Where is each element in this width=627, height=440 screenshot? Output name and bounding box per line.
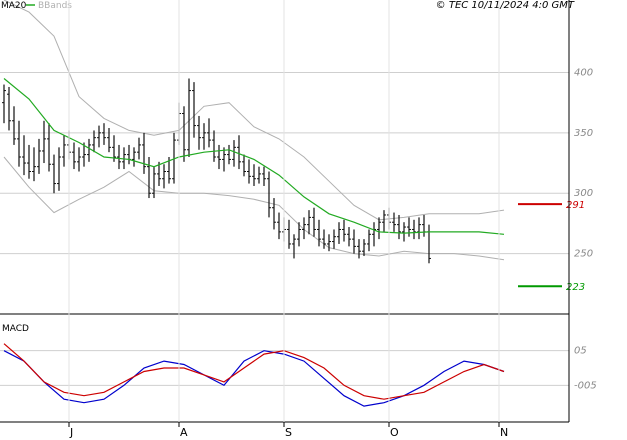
price-bar xyxy=(47,123,51,172)
price-bar xyxy=(392,212,396,232)
price-bar xyxy=(92,130,96,153)
signal-line xyxy=(3,343,505,400)
price-bar xyxy=(352,229,356,254)
price-bars xyxy=(2,78,431,264)
price-bar xyxy=(42,120,46,164)
price-bar xyxy=(137,137,141,160)
price-bar xyxy=(267,171,271,218)
price-bar xyxy=(332,229,336,249)
macd-line xyxy=(3,350,505,407)
price-bar xyxy=(192,82,196,138)
price-bar xyxy=(117,144,121,170)
price-bar xyxy=(217,144,221,170)
price-levels: 291223 xyxy=(518,200,585,293)
price-bar xyxy=(342,219,346,242)
price-bar xyxy=(292,234,296,259)
price-bar xyxy=(427,224,431,264)
price-bar xyxy=(187,78,191,157)
price-bar xyxy=(327,234,331,252)
price-bar xyxy=(12,106,16,145)
price-bar xyxy=(257,166,261,184)
price-bar xyxy=(317,219,321,247)
price-bar xyxy=(62,135,66,167)
price-bar xyxy=(367,229,371,252)
price-bar xyxy=(407,217,411,237)
x-tick-label: J xyxy=(69,426,73,439)
price-bar xyxy=(357,239,361,259)
price-bar xyxy=(417,217,421,240)
price-bar xyxy=(262,166,266,186)
price-bar xyxy=(87,138,91,162)
price-bar xyxy=(7,86,11,131)
price-bar xyxy=(202,123,206,150)
price-bar xyxy=(252,164,256,186)
price-bar xyxy=(312,207,316,237)
x-tick-label: N xyxy=(500,426,508,439)
price-bar xyxy=(212,130,216,162)
price-bar xyxy=(32,147,36,182)
price-bar xyxy=(247,159,251,184)
price-bar xyxy=(422,214,426,237)
price-y-tick-label: 400 xyxy=(574,67,593,78)
macd-y-ticks: 05 -005 xyxy=(574,346,597,392)
macd-y-tick-label: -005 xyxy=(574,380,597,391)
price-y-tick-label: 250 xyxy=(574,249,593,260)
price-bar xyxy=(322,229,326,249)
x-tick-label: S xyxy=(285,426,292,439)
macd-title: MACD xyxy=(2,324,29,334)
price-bar xyxy=(22,135,26,176)
copyright-text: © TEC 10/11/2024 4:0 GMT xyxy=(436,0,575,11)
price-bar xyxy=(377,217,381,240)
price-bar xyxy=(287,219,291,249)
price-bar xyxy=(72,142,76,170)
chart: © TEC 10/11/2024 4:0 GMT 291223 250 300 35… xyxy=(0,0,597,439)
price-bar xyxy=(337,222,341,244)
price-bar xyxy=(242,154,246,177)
price-bar xyxy=(77,147,81,172)
price-bar xyxy=(382,210,386,232)
price-bar xyxy=(162,164,166,189)
price-y-ticks: 250 300 350 400 xyxy=(574,67,593,259)
price-bar xyxy=(372,222,376,247)
price-bar xyxy=(397,214,401,240)
x-tick-label: A xyxy=(180,426,188,439)
price-bar xyxy=(182,106,186,162)
price-bar xyxy=(132,147,136,167)
price-bar xyxy=(102,123,106,145)
price-bar xyxy=(237,135,241,170)
legend-ma20-label: MA20 xyxy=(1,1,27,11)
price-y-tick-label: 300 xyxy=(574,188,593,199)
legend-bbands-label: BBands xyxy=(38,1,72,11)
price-bar xyxy=(347,227,351,247)
x-tick-label: O xyxy=(390,426,399,439)
price-bar xyxy=(412,219,416,240)
price-bar xyxy=(37,138,41,174)
price-bar xyxy=(52,154,56,194)
price-bar xyxy=(277,212,281,240)
bband-upper-line xyxy=(3,0,505,221)
price-bar xyxy=(402,222,406,242)
price-bar xyxy=(227,144,231,165)
price-bar xyxy=(272,198,276,230)
bollinger-bands xyxy=(3,0,505,261)
price-bar xyxy=(27,144,31,179)
price-bar xyxy=(147,157,151,199)
price-bar xyxy=(307,210,311,235)
price-bar xyxy=(2,84,6,124)
price-bar xyxy=(107,128,111,153)
price-bar xyxy=(142,132,146,174)
price-bar xyxy=(57,147,61,191)
macd-y-tick-label: 05 xyxy=(574,346,587,357)
price-y-tick-label: 350 xyxy=(574,128,593,139)
price-bar xyxy=(232,140,236,167)
price-legend: MA20 BBands xyxy=(1,1,72,11)
price-bar xyxy=(17,120,21,167)
price-bar xyxy=(97,125,101,148)
macd-lines xyxy=(3,343,505,407)
price-bar xyxy=(127,144,131,165)
